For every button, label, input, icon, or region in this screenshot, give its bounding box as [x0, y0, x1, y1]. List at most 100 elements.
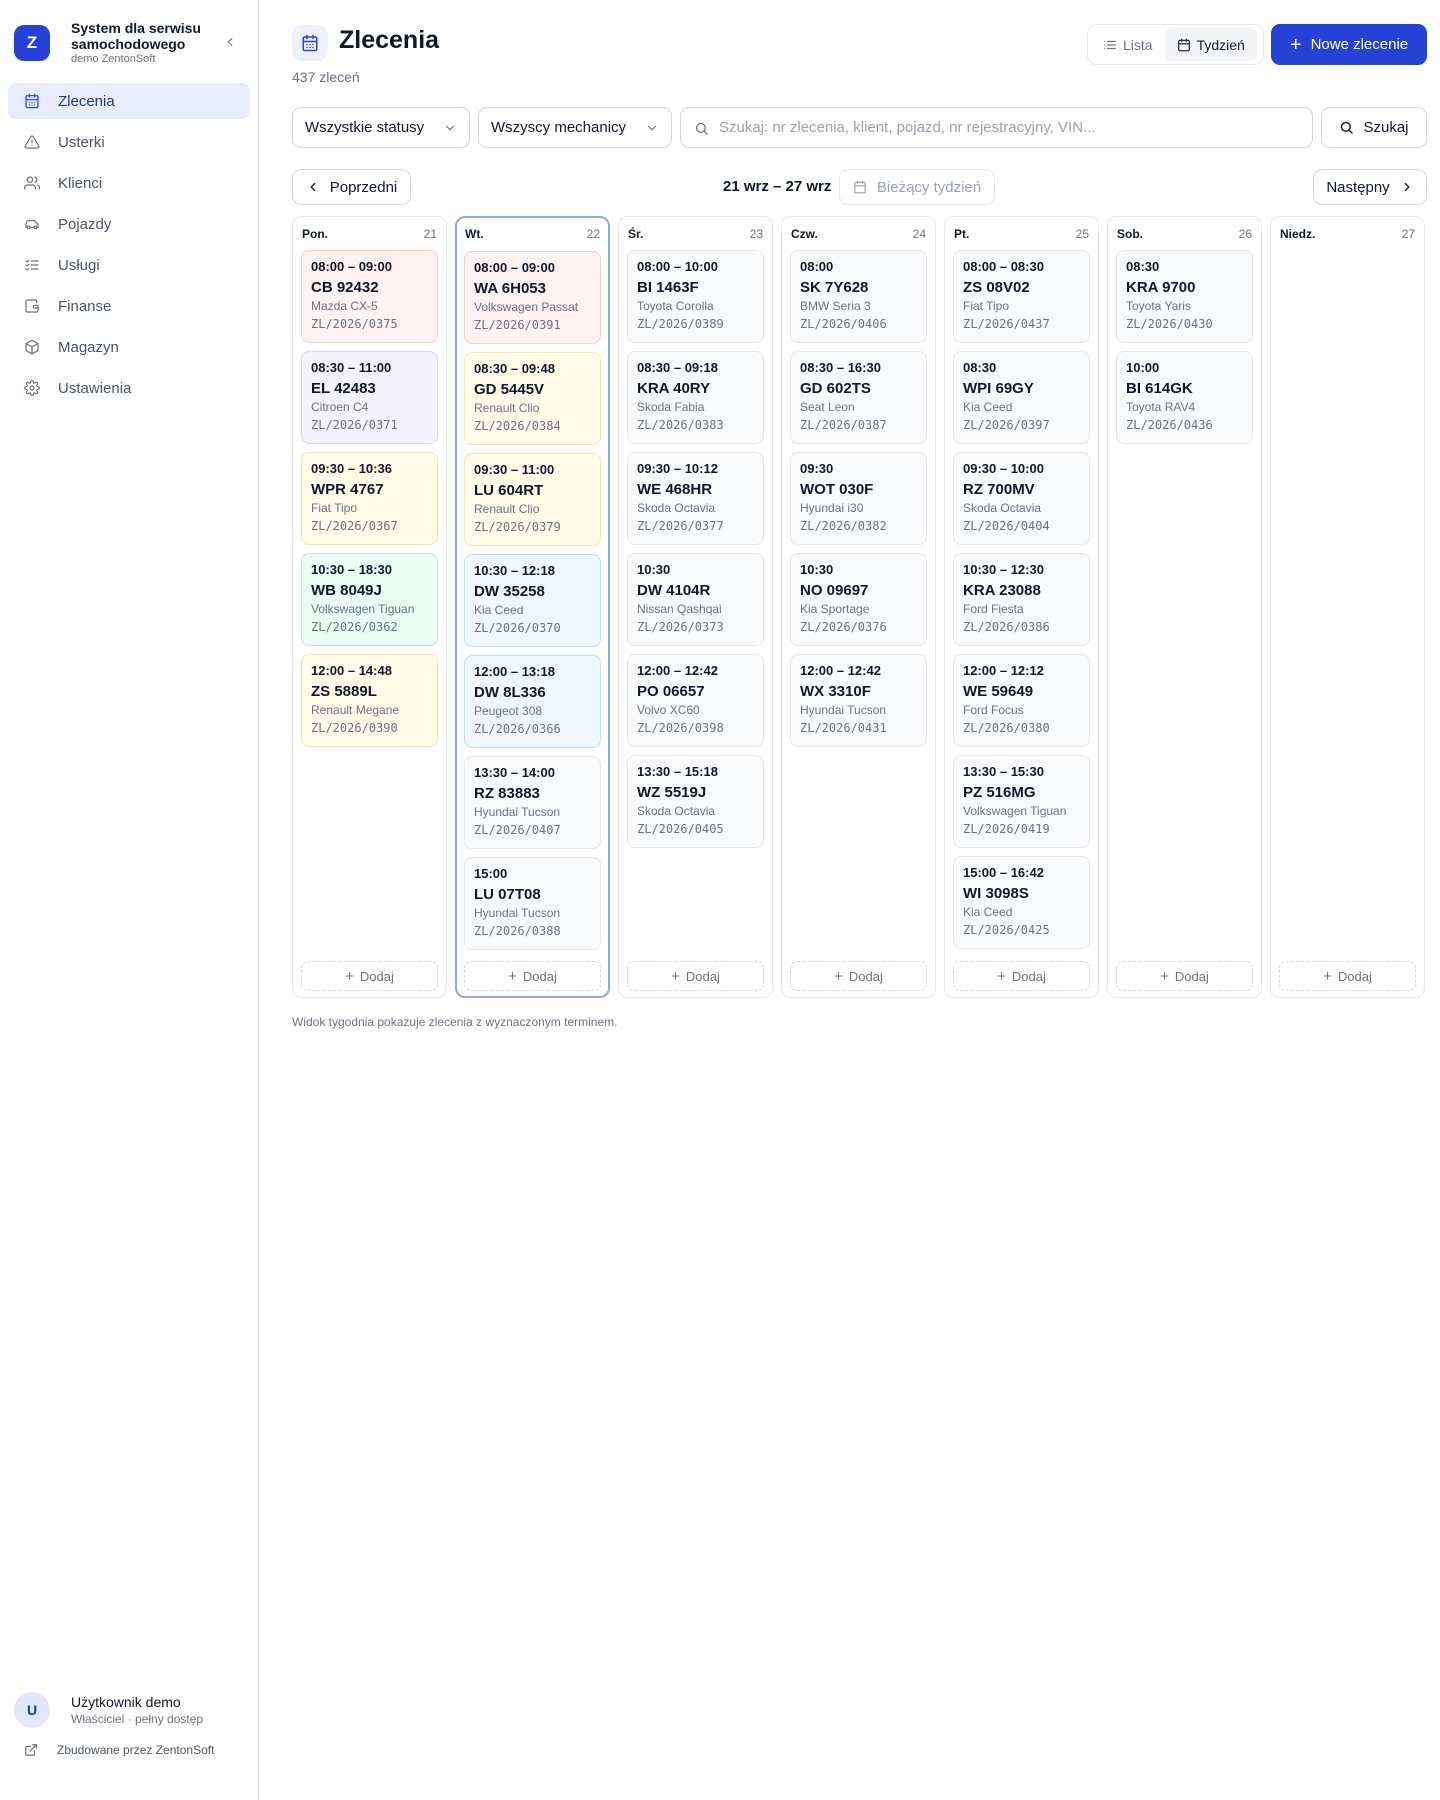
order-card[interactable]: 08:00 – 09:00 CB 92432 Mazda CX-5 ZL/2026/0…: [301, 250, 438, 343]
sidebar-item-magazyn[interactable]: Magazyn: [8, 329, 250, 365]
order-number: ZL/2026/0362: [311, 620, 398, 634]
search-field: [680, 107, 1313, 148]
sidebar-item-label: Usługi: [58, 256, 100, 274]
order-vehicle: Hyundai i30: [800, 501, 864, 515]
add-order-button[interactable]: + Dodaj: [790, 961, 927, 991]
order-vehicle: Hyundai Tucson: [474, 906, 561, 920]
add-order-button[interactable]: + Dodaj: [301, 961, 438, 991]
order-plate: WZ 5519J: [637, 784, 707, 801]
order-card[interactable]: 08:30 – 09:18 KRA 40RY Skoda Fabia ZL/2026/…: [627, 351, 764, 444]
status-select[interactable]: Wszystkie statusy: [292, 107, 470, 148]
order-card[interactable]: 13:30 – 14:00 RZ 83883 Hyundai Tucson ZL/20…: [464, 756, 601, 849]
order-time: 13:30 – 15:30: [963, 764, 1044, 779]
add-order-button[interactable]: + Dodaj: [464, 961, 601, 991]
brand-logo: Z: [14, 25, 50, 61]
add-order-button[interactable]: + Dodaj: [1279, 961, 1416, 991]
order-card[interactable]: 10:30 – 18:30 WB 8049J Volkswagen Tiguan ZL…: [301, 553, 438, 646]
plus-icon: +: [508, 967, 517, 985]
order-card[interactable]: 15:00 – 16:42 WI 3098S Kia Ceed ZL/2026/042…: [953, 856, 1090, 949]
next-week-button[interactable]: Następny: [1313, 169, 1427, 205]
order-card[interactable]: 13:30 – 15:30 PZ 516MG Volkswagen Tiguan ZL…: [953, 755, 1090, 848]
sidebar-item-ustawienia[interactable]: Ustawienia: [8, 370, 250, 406]
order-card[interactable]: 12:00 – 12:42 PO 06657 Volvo XC60 ZL/2026/0…: [627, 654, 764, 747]
order-card[interactable]: 10:30 NO 09697 Kia Sportage ZL/2026/0376: [790, 553, 927, 646]
sidebar-item-klienci[interactable]: Klienci: [8, 165, 250, 201]
order-vehicle: Toyota Corolla: [637, 299, 714, 313]
previous-week-button[interactable]: Poprzedni: [292, 169, 411, 205]
sidebar-item-usterki[interactable]: Usterki: [8, 124, 250, 160]
order-time: 08:30 – 09:18: [637, 360, 718, 375]
current-week-button[interactable]: Bieżący tydzień: [839, 169, 995, 205]
order-card[interactable]: 08:00 – 10:00 BI 1463F Toyota Corolla ZL/20…: [627, 250, 764, 343]
sidebar-nav: Zlecenia Usterki Klienci Pojazdy Usługi Finan…: [8, 83, 250, 411]
order-card[interactable]: 09:30 – 10:36 WPR 4767 Fiat Tipo ZL/2026/03…: [301, 452, 438, 545]
order-card[interactable]: 10:30 DW 4104R Nissan Qashqai ZL/2026/0373: [627, 553, 764, 646]
search-button-label: Szukaj: [1363, 119, 1409, 136]
order-time: 10:30 – 12:30: [963, 562, 1044, 577]
order-card[interactable]: 15:00 LU 07T08 Hyundai Tucson ZL/2026/0388: [464, 857, 601, 950]
sidebar-item-zlecenia[interactable]: Zlecenia: [8, 83, 250, 119]
external-link-icon: [24, 1742, 40, 1758]
order-vehicle: Peugeot 308: [474, 704, 543, 718]
order-count: 437 zleceń: [292, 69, 360, 85]
search-button[interactable]: Szukaj: [1321, 107, 1427, 148]
order-card[interactable]: 09:30 – 10:00 RZ 700MV Skoda Octavia ZL/202…: [953, 452, 1090, 545]
add-order-button[interactable]: + Dodaj: [1116, 961, 1253, 991]
day-header: Wt. 22: [465, 227, 600, 243]
order-card[interactable]: 08:30 KRA 9700 Toyota Yaris ZL/2026/0430: [1116, 250, 1253, 343]
view-week-button[interactable]: Tydzień: [1164, 28, 1257, 61]
sidebar: Z System dla serwisu samochodowego demo …: [0, 0, 259, 1800]
day-column: Śr. 23 08:00 – 10:00 BI 1463F Toyota Corolla…: [618, 216, 773, 998]
order-card[interactable]: 08:30 – 11:00 EL 42483 Citroen C4 ZL/2026/0…: [301, 351, 438, 444]
order-card[interactable]: 10:30 – 12:30 KRA 23088 Ford Fiesta ZL/2026…: [953, 553, 1090, 646]
order-card[interactable]: 08:00 – 09:00 WA 6H053 Volkswagen Passat ZL…: [464, 251, 601, 344]
order-number: ZL/2026/0388: [474, 924, 561, 938]
search-input[interactable]: [719, 119, 1312, 136]
order-vehicle: Hyundai Tucson: [474, 805, 561, 819]
order-number: ZL/2026/0376: [800, 620, 887, 634]
order-card[interactable]: 12:00 – 14:48 ZS 5889L Renault Megane ZL/20…: [301, 654, 438, 747]
sidebar-item-pojazdy[interactable]: Pojazdy: [8, 206, 250, 242]
order-number: ZL/2026/0373: [637, 620, 724, 634]
view-list-button[interactable]: Lista: [1091, 28, 1165, 61]
chevron-left-icon: [306, 180, 320, 194]
built-by-link[interactable]: Zbudowane przez ZentonSoft: [24, 1742, 214, 1758]
order-card[interactable]: 09:30 – 10:12 WE 468HR Skoda Octavia ZL/202…: [627, 452, 764, 545]
order-card[interactable]: 09:30 – 11:00 LU 604RT Renault Clio ZL/2026…: [464, 453, 601, 546]
order-card[interactable]: 12:00 – 12:12 WE 59649 Ford Focus ZL/2026/0…: [953, 654, 1090, 747]
order-card[interactable]: 08:00 – 08:30 ZS 08V02 Fiat Tipo ZL/2026/04…: [953, 250, 1090, 343]
order-card[interactable]: 08:30 – 09:48 GD 5445V Renault Clio ZL/2026…: [464, 352, 601, 445]
mechanic-select[interactable]: Wszyscy mechanicy: [478, 107, 672, 148]
order-time: 12:00 – 14:48: [311, 663, 392, 678]
order-card[interactable]: 08:30 WPI 69GY Kia Ceed ZL/2026/0397: [953, 351, 1090, 444]
sidebar-item-finanse[interactable]: Finanse: [8, 288, 250, 324]
new-order-label: Nowe zlecenie: [1310, 36, 1409, 53]
new-order-button[interactable]: + Nowe zlecenie: [1271, 24, 1427, 65]
user-profile[interactable]: U Użytkownik demo Właściciel · pełny dos…: [14, 1692, 203, 1728]
order-vehicle: Fiat Tipo: [311, 501, 358, 515]
brand: Z System dla serwisu samochodowego demo …: [14, 20, 246, 66]
order-card[interactable]: 12:00 – 12:42 WX 3310F Hyundai Tucson ZL/20…: [790, 654, 927, 747]
order-number: ZL/2026/0436: [1126, 418, 1213, 432]
plus-icon: +: [834, 967, 843, 985]
sidebar-item-uslugi[interactable]: Usługi: [8, 247, 250, 283]
order-card[interactable]: 12:00 – 13:18 DW 8L336 Peugeot 308 ZL/2026/…: [464, 655, 601, 748]
day-number: 22: [586, 227, 600, 241]
order-card[interactable]: 10:30 – 12:18 DW 35258 Kia Ceed ZL/2026/037…: [464, 554, 601, 647]
order-card[interactable]: 09:30 WOT 030F Hyundai i30 ZL/2026/0382: [790, 452, 927, 545]
add-order-button[interactable]: + Dodaj: [953, 961, 1090, 991]
order-plate: KRA 40RY: [637, 380, 711, 397]
order-card[interactable]: 08:30 – 16:30 GD 602TS Seat Leon ZL/2026/03…: [790, 351, 927, 444]
order-vehicle: Volkswagen Tiguan: [963, 804, 1067, 818]
day-name: Śr.: [628, 227, 644, 241]
order-time: 10:30: [637, 562, 671, 577]
order-time: 08:30: [1126, 259, 1160, 274]
add-order-button[interactable]: + Dodaj: [627, 961, 764, 991]
order-number: ZL/2026/0390: [311, 721, 398, 735]
order-card[interactable]: 13:30 – 15:18 WZ 5519J Skoda Octavia ZL/202…: [627, 755, 764, 848]
order-card[interactable]: 08:00 SK 7Y628 BMW Seria 3 ZL/2026/0406: [790, 250, 927, 343]
day-column: Czw. 24 08:00 SK 7Y628 BMW Seria 3 ZL/2026/04…: [781, 216, 936, 998]
order-time: 15:00: [474, 866, 508, 881]
order-card[interactable]: 10:00 BI 614GK Toyota RAV4 ZL/2026/0436: [1116, 351, 1253, 444]
collapse-sidebar-button[interactable]: [220, 32, 240, 52]
